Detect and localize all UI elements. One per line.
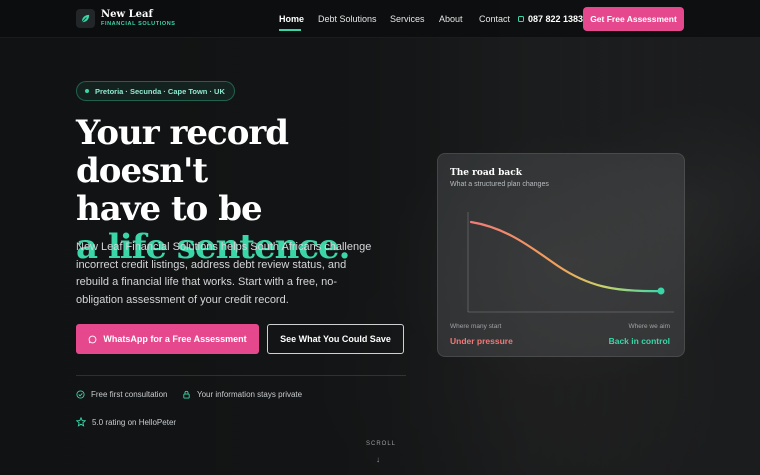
location-badge: Pretoria · Secunda · Cape Town · UK — [76, 81, 235, 101]
nav-about[interactable]: About — [439, 14, 463, 24]
star-icon — [76, 417, 86, 427]
arrow-down-icon[interactable]: ↓ — [376, 455, 380, 464]
feature-label: Your information stays private — [197, 390, 303, 399]
brand-name: New Leaf — [101, 8, 153, 20]
trend-curve — [469, 220, 663, 293]
phone-link[interactable]: 087 822 1383 — [518, 14, 583, 24]
scroll-hint[interactable]: SCROLL — [366, 441, 396, 447]
end-state: Back in control — [608, 336, 670, 346]
top-navigation: New Leaf FINANCIAL SOLUTIONS Home Debt S… — [0, 0, 760, 38]
whatsapp-assessment-button[interactable]: WhatsApp for a Free Assessment — [76, 324, 259, 354]
brand-tagline: FINANCIAL SOLUTIONS — [101, 20, 176, 27]
nav-contact[interactable]: Contact — [479, 14, 510, 24]
nav-debt-solutions[interactable]: Debt Solutions — [318, 14, 377, 24]
nav-active-indicator — [279, 29, 301, 31]
phone-number: 087 822 1383 — [528, 14, 584, 24]
end-label: Where we aim — [628, 323, 670, 330]
headline-line-1: Your record doesn't — [76, 113, 289, 191]
feature-label: Free first consultation — [91, 390, 168, 399]
see-savings-button[interactable]: See What You Could Save — [267, 324, 404, 354]
start-state: Under pressure — [450, 336, 513, 346]
feature-rating: 5.0 rating on HelloPeter — [76, 417, 176, 427]
feature-free-consultation: Free first consultation — [76, 390, 167, 399]
card-title: The road back — [450, 168, 522, 178]
lock-icon — [183, 390, 190, 399]
whatsapp-icon — [88, 335, 97, 344]
feature-label: 5.0 rating on HelloPeter — [92, 417, 177, 427]
phone-icon — [518, 16, 524, 22]
nav-services[interactable]: Services — [390, 14, 425, 24]
card-subtitle: What a structured plan changes — [450, 181, 549, 188]
whatsapp-button-label: WhatsApp for a Free Assessment — [103, 334, 247, 344]
trend-end-point — [657, 287, 665, 295]
brand-logo[interactable]: New Leaf FINANCIAL SOLUTIONS — [76, 9, 176, 28]
status-dot — [85, 89, 89, 93]
get-assessment-button[interactable]: Get Free Assessment — [583, 7, 684, 31]
nav-home[interactable]: Home — [279, 14, 304, 24]
hero-divider — [76, 375, 406, 376]
location-text: Pretoria · Secunda · Cape Town · UK — [95, 86, 225, 96]
check-circle-icon — [76, 390, 85, 399]
road-back-card: The road back What a structured plan cha… — [437, 153, 685, 357]
hero-lead-paragraph: New Leaf Financial Solutions helps South… — [76, 241, 372, 306]
trend-curve-chart — [467, 212, 674, 313]
feature-privacy: Your information stays private — [182, 390, 302, 399]
start-label: Where many start — [450, 323, 502, 330]
headline-line-2: have to be — [76, 189, 263, 229]
leaf-icon — [76, 9, 95, 28]
